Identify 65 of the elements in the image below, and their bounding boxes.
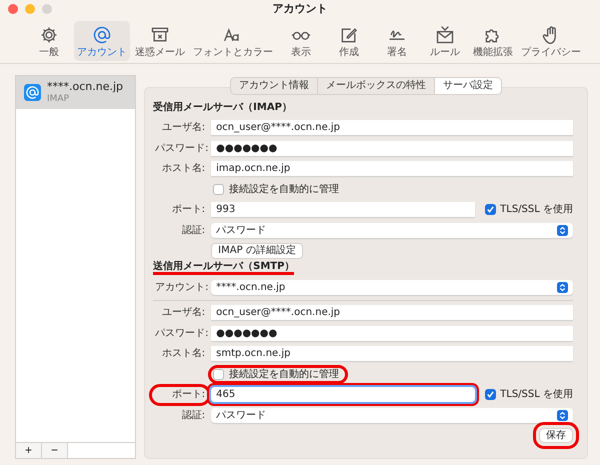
remove-button[interactable]: − <box>42 443 68 458</box>
stepper-icon <box>557 282 568 293</box>
stepper-icon <box>557 410 568 421</box>
field-label: 認証: <box>180 408 206 422</box>
field-label: ユーザ名: <box>160 121 206 134</box>
dropdown[interactable]: パスワード <box>211 408 573 423</box>
text-field[interactable]: ocn_user@****.ocn.ne.jp <box>211 305 573 320</box>
checkbox-label: 接続設定を自動的に管理 <box>229 368 340 380</box>
account-name: ****.ocn.ne.jp <box>47 81 124 94</box>
close-button[interactable] <box>8 4 18 14</box>
section-heading: 送信用メールサーバ（SMTP） <box>153 261 294 275</box>
toolbar-tab[interactable]: 機能拡張 <box>470 21 516 60</box>
field-label: ホスト名: <box>160 347 206 360</box>
toolbar-tab[interactable]: 表示 <box>278 21 324 60</box>
toolbar-tab[interactable]: 作成 <box>326 21 372 60</box>
field-label: ポート: <box>170 203 206 216</box>
text-field[interactable]: ●●●●●●● <box>211 326 573 341</box>
envelope-icon <box>435 25 455 45</box>
account-item[interactable]: ****.ocn.ne.jp IMAP <box>16 76 136 109</box>
port-field[interactable]: 465 <box>211 387 476 402</box>
minimize-button[interactable] <box>25 4 35 14</box>
toolbar-tab[interactable]: プライバシー <box>518 21 584 60</box>
field-label: ホスト名: <box>160 162 206 176</box>
window-title: アカウント <box>272 3 328 17</box>
text-field[interactable]: ocn_user@****.ocn.ne.jp <box>211 120 573 136</box>
checkbox-label: TLS/SSL を使用 <box>500 204 573 216</box>
field-label: パスワード: <box>154 326 208 340</box>
field-label: アカウント: <box>154 280 208 294</box>
tab[interactable]: サーバ設定 <box>435 77 502 94</box>
toolbar-tab[interactable]: ルール <box>422 21 468 60</box>
add-button[interactable]: + <box>16 443 42 458</box>
auto-manage-checkbox[interactable]: 接続設定を自動的に管理 <box>211 182 346 196</box>
text-field[interactable]: smtp.ocn.ne.jp <box>211 346 573 362</box>
toolbar-tab[interactable]: 一般 <box>26 21 72 60</box>
at-sign-icon <box>92 25 112 45</box>
field-label: 認証: <box>180 224 206 237</box>
tls-checkbox[interactable]: TLS/SSL を使用 <box>485 204 573 216</box>
toolbar-tab[interactable]: 署名 <box>374 21 420 60</box>
zoom-button[interactable] <box>42 4 52 14</box>
dropdown[interactable]: パスワード <box>211 222 573 238</box>
tab[interactable]: メールボックスの特性 <box>318 77 436 94</box>
gear-icon <box>39 25 59 45</box>
at-sign-icon <box>24 84 41 101</box>
checkbox[interactable] <box>213 368 224 380</box>
text-field[interactable]: ●●●●●●● <box>211 140 573 156</box>
toolbar-tab[interactable]: フォントとカラー <box>190 21 276 60</box>
section-heading: 受信用メールサーバ（IMAP） <box>153 102 292 114</box>
checkbox-label: TLS/SSL を使用 <box>500 389 573 400</box>
toolbar-tab[interactable]: アカウント <box>74 21 130 60</box>
checkbox[interactable] <box>485 389 496 400</box>
auto-manage-checkbox[interactable]: 接続設定を自動的に管理 <box>211 368 346 381</box>
tls-checkbox[interactable]: TLS/SSL を使用 <box>485 389 573 400</box>
stepper-icon <box>557 224 568 236</box>
field-label: パスワード: <box>154 142 208 155</box>
field-label: ユーザ名: <box>160 306 206 320</box>
dropdown[interactable]: ****.ocn.ne.jp <box>211 280 573 295</box>
checkbox[interactable] <box>213 184 224 195</box>
toolbar-tab[interactable]: 迷惑メール <box>132 21 188 60</box>
checkbox-label: 接続設定を自動的に管理 <box>229 184 340 195</box>
checkbox[interactable] <box>485 204 496 216</box>
advanced-settings-button[interactable]: IMAP の詳細設定 <box>211 243 303 258</box>
text-field[interactable]: imap.ocn.ne.jp <box>211 161 573 176</box>
account-type: IMAP <box>47 94 70 104</box>
tab[interactable]: アカウント情報 <box>230 77 318 94</box>
port-field[interactable]: 993 <box>211 202 476 218</box>
